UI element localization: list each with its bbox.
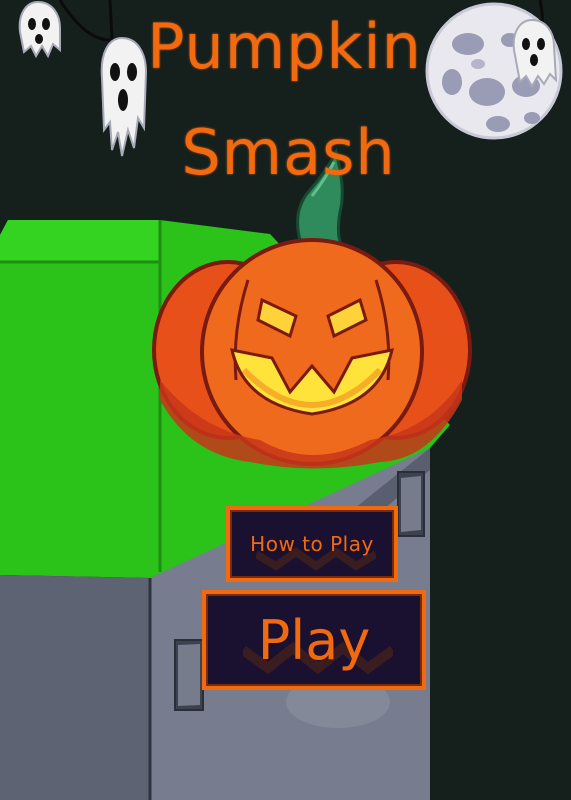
play-button[interactable]: Play <box>202 590 426 690</box>
how-to-play-label: How to Play <box>250 532 374 556</box>
game-title-line2: Smash <box>181 116 396 189</box>
how-to-play-button[interactable]: How to Play <box>226 506 398 582</box>
pumpkin-icon <box>152 147 472 469</box>
game-title-line1: Pumpkin <box>147 10 422 83</box>
play-label: Play <box>257 608 371 672</box>
